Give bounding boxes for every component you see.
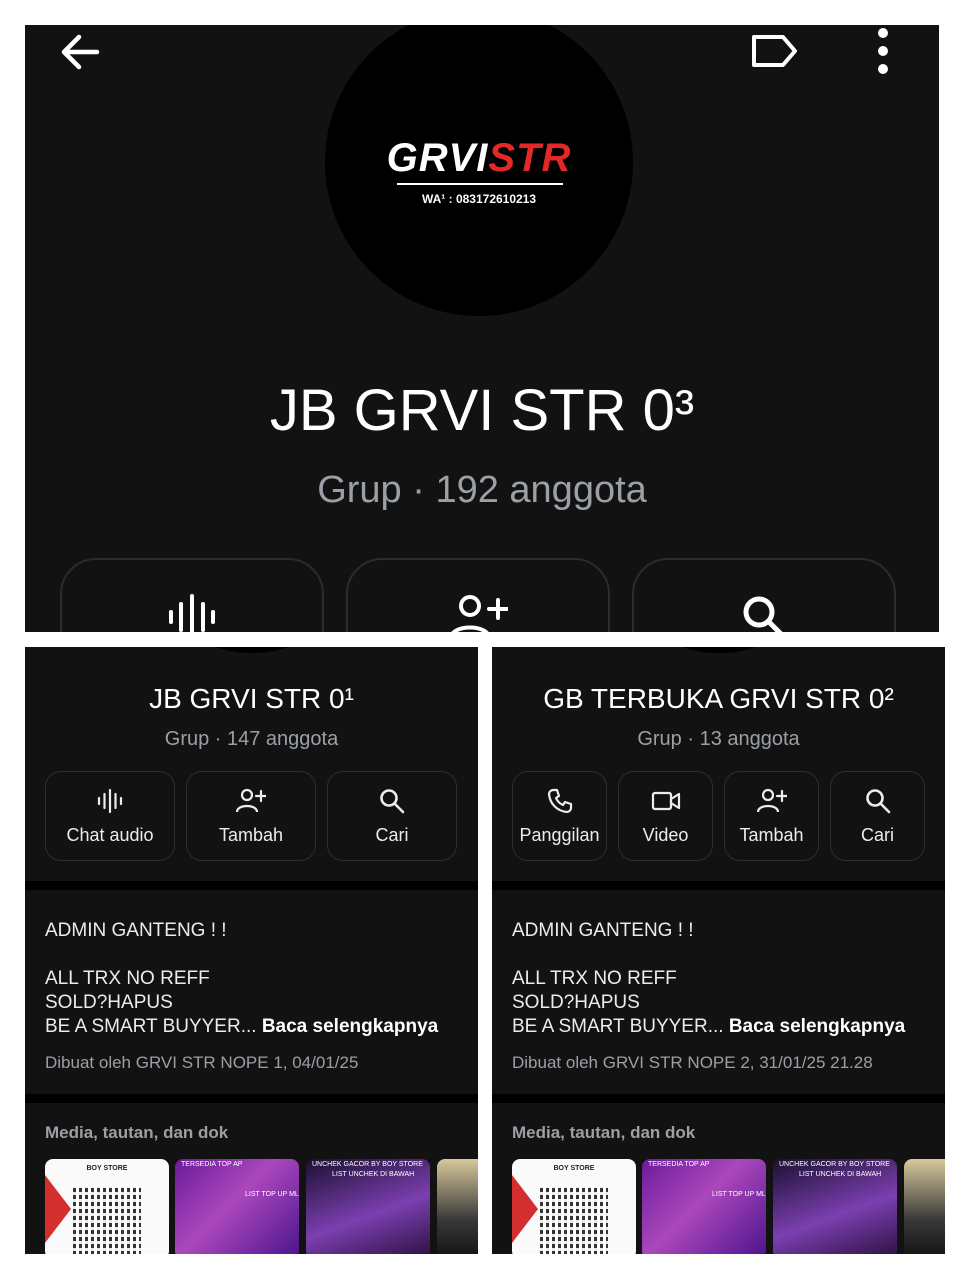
audio-wave-icon bbox=[169, 594, 215, 632]
search-label: Cari bbox=[860, 825, 894, 845]
thumbnail-caption: UNCHEK GACOR BY BOY STORE bbox=[779, 1161, 890, 1168]
video-label: Video bbox=[642, 825, 689, 845]
add-person-icon bbox=[236, 788, 266, 813]
add-person-icon bbox=[451, 595, 508, 632]
media-section-heading[interactable]: Media, tautan, dan dok bbox=[512, 1123, 695, 1143]
media-thumbnail[interactable]: TERSEDIA TOP AP LIST TOP UP ML bbox=[175, 1159, 299, 1254]
add-member-button[interactable]: Tambah bbox=[186, 771, 316, 861]
search-button[interactable]: Cari bbox=[327, 771, 457, 861]
thumbnail-caption: TERSEDIA TOP AP bbox=[181, 1161, 243, 1168]
description-line: ALL TRX NO REFF bbox=[512, 968, 677, 989]
search-button[interactable]: Cari bbox=[830, 771, 925, 861]
media-thumbnail[interactable]: TERSEDIA TOP AP LIST TOP UP ML bbox=[642, 1159, 766, 1254]
qr-code-overlay bbox=[73, 1187, 141, 1254]
media-thumbnail[interactable]: UNCHEK GACOR BY BOY STORE LIST UNCHEK DI… bbox=[773, 1159, 897, 1254]
group-info-top-panel: GRVISTR WA¹ : 083172610213 JB GRVI STR 0… bbox=[25, 25, 939, 632]
group-info-left-panel: JB GRVI STR 0¹ Grup · 147 anggota Chat a… bbox=[25, 647, 478, 1254]
group-avatar bbox=[662, 647, 775, 653]
group-description: ADMIN GANTENG ! ! ALL TRX NO REFF SOLD?H… bbox=[45, 919, 475, 1039]
group-description: ADMIN GANTENG ! ! ALL TRX NO REFF SOLD?H… bbox=[512, 919, 942, 1039]
group-subtitle: Grup · 13 anggota bbox=[637, 728, 800, 750]
media-thumbnail[interactable] bbox=[904, 1159, 945, 1254]
media-thumbnail[interactable] bbox=[437, 1159, 478, 1254]
qr-code-overlay bbox=[540, 1187, 608, 1254]
read-more-link[interactable]: Baca selengkapnya bbox=[729, 1016, 905, 1037]
media-thumbnail[interactable]: UNCHEK GACOR BY BOY STORE LIST UNCHEK DI… bbox=[306, 1159, 430, 1254]
description-line: BE A SMART BUYYER... bbox=[45, 1016, 257, 1037]
video-icon bbox=[651, 791, 680, 811]
thumbnail-caption: TERSEDIA TOP AP bbox=[648, 1161, 710, 1168]
add-member-label: Tambah bbox=[739, 825, 804, 845]
thumbnail-caption: LIST TOP UP ML bbox=[245, 1191, 299, 1198]
call-label: Panggilan bbox=[519, 825, 600, 845]
thumbnail-caption: LIST UNCHEK DI BAWAH bbox=[332, 1171, 415, 1178]
search-label: Cari bbox=[375, 825, 409, 845]
audio-chat-button[interactable] bbox=[60, 558, 324, 632]
media-thumbnails: BOY STORE TERSEDIA TOP AP LIST TOP UP ML… bbox=[512, 1159, 945, 1254]
thumbnail-red-shape bbox=[512, 1175, 538, 1243]
video-button[interactable]: Video bbox=[618, 771, 713, 861]
group-subtitle: Grup · 147 anggota bbox=[164, 728, 339, 750]
group-title: GB TERBUKA GRVI STR 0² bbox=[543, 683, 894, 714]
search-button[interactable] bbox=[632, 558, 896, 632]
read-more-link[interactable]: Baca selengkapnya bbox=[262, 1016, 438, 1037]
search-icon bbox=[865, 789, 890, 814]
more-vert-icon[interactable] bbox=[865, 27, 901, 75]
avatar-logo: GRVISTR bbox=[386, 136, 572, 180]
add-person-icon bbox=[756, 788, 787, 813]
group-subtitle: Grup · 192 anggota bbox=[317, 469, 647, 511]
media-thumbnail[interactable]: BOY STORE bbox=[512, 1159, 636, 1254]
audio-chat-label: Chat audio bbox=[66, 825, 154, 845]
back-arrow-icon[interactable] bbox=[57, 29, 103, 75]
avatar-logo-underline bbox=[397, 183, 563, 185]
created-by-text: Dibuat oleh GRVI STR NOPE 1, 04/01/25 bbox=[45, 1053, 359, 1072]
media-section-heading[interactable]: Media, tautan, dan dok bbox=[45, 1123, 228, 1143]
phone-icon bbox=[547, 788, 572, 814]
audio-chat-button[interactable]: Chat audio bbox=[45, 771, 175, 861]
section-divider bbox=[25, 881, 478, 890]
avatar-logo-phone: WA¹ : 083172610213 bbox=[421, 192, 537, 206]
description-line: ADMIN GANTENG ! ! bbox=[45, 920, 227, 941]
thumbnail-caption: UNCHEK GACOR BY BOY STORE bbox=[312, 1161, 423, 1168]
group-title: JB GRVI STR 0¹ bbox=[149, 683, 354, 714]
thumbnail-caption: LIST UNCHEK DI BAWAH bbox=[799, 1171, 882, 1178]
section-divider bbox=[492, 881, 945, 890]
description-line: ALL TRX NO REFF bbox=[45, 968, 210, 989]
add-member-button[interactable] bbox=[346, 558, 610, 632]
thumbnail-caption: LIST TOP UP ML bbox=[712, 1191, 766, 1198]
audio-wave-icon bbox=[97, 788, 123, 814]
search-icon bbox=[380, 789, 405, 814]
description-line: ADMIN GANTENG ! ! bbox=[512, 920, 694, 941]
add-member-label: Tambah bbox=[218, 825, 284, 845]
media-thumbnails: BOY STORE TERSEDIA TOP AP LIST TOP UP ML… bbox=[45, 1159, 478, 1254]
thumbnail-caption: BOY STORE bbox=[553, 1165, 595, 1172]
description-line: BE A SMART BUYYER... bbox=[512, 1016, 724, 1037]
description-line: SOLD?HAPUS bbox=[512, 992, 640, 1013]
section-divider bbox=[25, 1094, 478, 1103]
group-avatar bbox=[195, 647, 308, 653]
media-thumbnail[interactable]: BOY STORE bbox=[45, 1159, 169, 1254]
thumbnail-red-shape bbox=[45, 1175, 71, 1243]
group-title: JB GRVI STR 0³ bbox=[269, 378, 695, 443]
created-by-text: Dibuat oleh GRVI STR NOPE 2, 31/01/25 21… bbox=[512, 1053, 873, 1072]
description-line: SOLD?HAPUS bbox=[45, 992, 173, 1013]
call-button[interactable]: Panggilan bbox=[512, 771, 607, 861]
group-avatar[interactable]: GRVISTR WA¹ : 083172610213 bbox=[325, 25, 633, 316]
section-divider bbox=[492, 1094, 945, 1103]
label-icon[interactable] bbox=[749, 31, 799, 71]
group-info-right-panel: GB TERBUKA GRVI STR 0² Grup · 13 anggota… bbox=[492, 647, 945, 1254]
add-member-button[interactable]: Tambah bbox=[724, 771, 819, 861]
search-icon bbox=[743, 596, 783, 632]
thumbnail-caption: BOY STORE bbox=[86, 1165, 128, 1172]
